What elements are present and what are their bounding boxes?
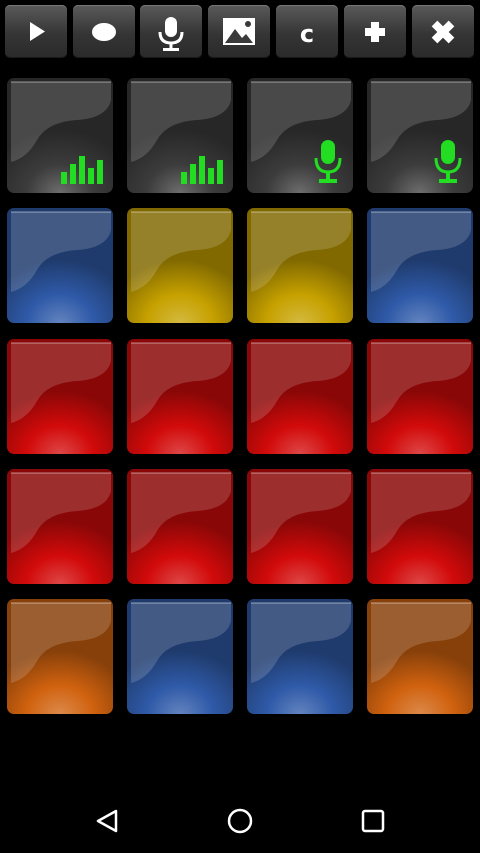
pad-gloss (247, 469, 353, 584)
pad-gloss (247, 208, 353, 323)
play-icon (30, 22, 45, 41)
home-button[interactable] (215, 803, 265, 839)
pad-r1-c4[interactable] (366, 77, 474, 194)
pad-gloss (7, 599, 113, 714)
toolbar: c (0, 0, 480, 64)
microphone-icon (158, 17, 184, 51)
pad-r5-c4[interactable] (366, 598, 474, 715)
pad-r4-c1[interactable] (6, 468, 114, 585)
pad-gloss (247, 599, 353, 714)
pad-r5-c2[interactable] (126, 598, 234, 715)
pad-gloss (7, 339, 113, 454)
play-button[interactable] (5, 5, 67, 58)
pad-r4-c3[interactable] (246, 468, 354, 585)
pad-r2-c3[interactable] (246, 207, 354, 324)
back-icon (96, 809, 118, 833)
pad-r3-c4[interactable] (366, 338, 474, 455)
pad-r3-c3[interactable] (246, 338, 354, 455)
pad-gloss (127, 599, 233, 714)
pad-r2-c4[interactable] (366, 207, 474, 324)
back-button[interactable] (83, 803, 133, 839)
equalizer-icon (181, 148, 229, 188)
pad-gloss (367, 469, 473, 584)
c-button[interactable]: c (276, 5, 338, 58)
pad-r2-c2[interactable] (126, 207, 234, 324)
pad-r1-c1[interactable] (6, 77, 114, 194)
pad-gloss (367, 208, 473, 323)
record-icon (92, 23, 116, 41)
close-button[interactable] (412, 5, 474, 58)
pad-r3-c1[interactable] (6, 338, 114, 455)
pad-r4-c2[interactable] (126, 468, 234, 585)
pad-r1-c2[interactable] (126, 77, 234, 194)
pad-gloss (127, 339, 233, 454)
home-icon (227, 808, 253, 834)
pad-r3-c2[interactable] (126, 338, 234, 455)
pad-gloss (7, 469, 113, 584)
pad-gloss (127, 469, 233, 584)
recents-button[interactable] (348, 803, 398, 839)
pad-gloss (247, 339, 353, 454)
pad-gloss (7, 208, 113, 323)
pad-gloss (367, 339, 473, 454)
pad-gloss (127, 208, 233, 323)
pad-r4-c4[interactable] (366, 468, 474, 585)
microphone-button[interactable] (140, 5, 202, 58)
image-icon (223, 18, 255, 45)
pad-gloss (367, 599, 473, 714)
c-button-label: c (299, 20, 315, 48)
plus-icon (365, 22, 385, 42)
image-button[interactable] (208, 5, 270, 58)
equalizer-icon (61, 148, 109, 188)
record-button[interactable] (73, 5, 135, 58)
add-button[interactable] (344, 5, 406, 58)
pad-r2-c1[interactable] (6, 207, 114, 324)
microphone-icon (313, 138, 343, 190)
pad-r1-c3[interactable] (246, 77, 354, 194)
pad-r5-c3[interactable] (246, 598, 354, 715)
close-icon (431, 20, 455, 44)
pad-r5-c1[interactable] (6, 598, 114, 715)
recents-icon (361, 809, 385, 833)
navigation-bar (0, 783, 480, 853)
microphone-icon (433, 138, 463, 190)
